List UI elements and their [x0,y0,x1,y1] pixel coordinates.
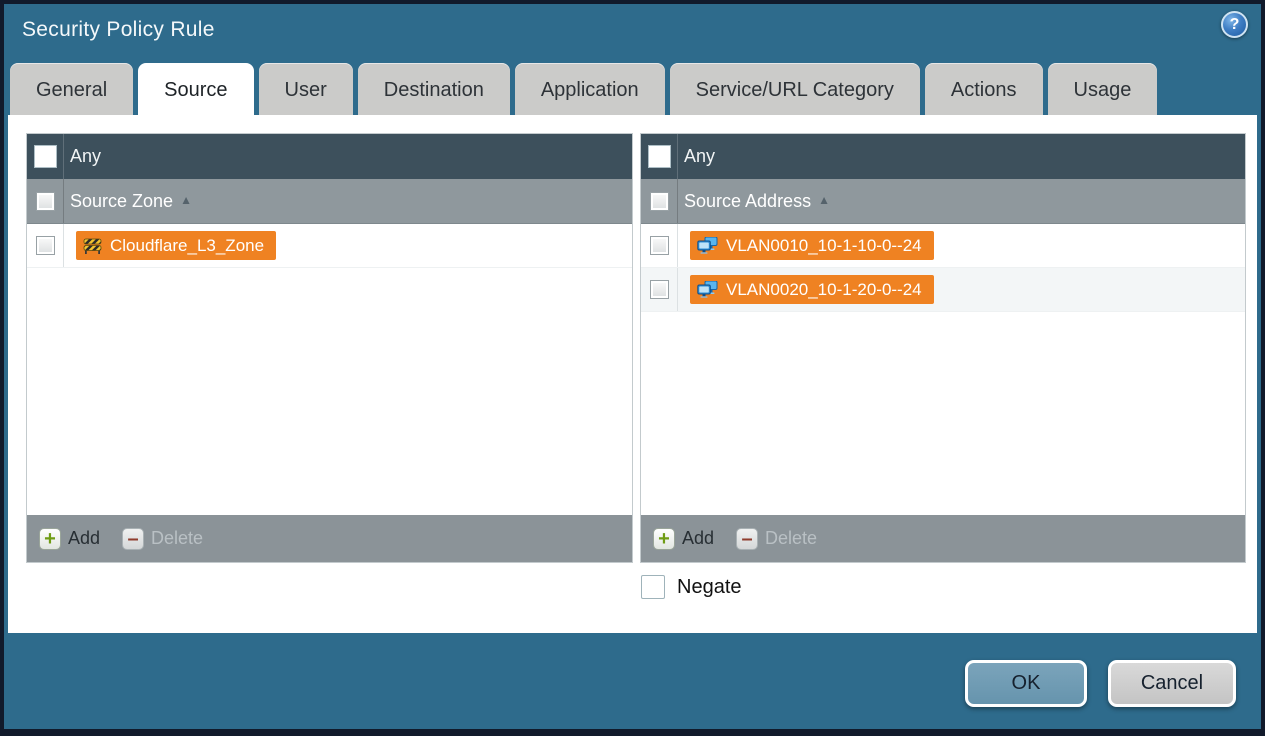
row-checkbox-cell [641,224,678,267]
delete-button-label: Delete [765,528,818,548]
help-icon[interactable]: ? [1221,11,1248,38]
source-address-panel: Any Source Address ▲ VLAN0010_10-1-10-0-… [640,133,1246,563]
zone-icon [83,238,102,254]
add-button-label: Add [68,528,101,548]
tab-service-url-category[interactable]: Service/URL Category [669,63,920,115]
source-address-column-header[interactable]: Source Address ▲ [641,179,1245,224]
negate-checkbox[interactable] [641,575,665,599]
source-zone-any-checkbox-cell [27,134,64,179]
tab-destination[interactable]: Destination [357,63,510,115]
row-checkbox[interactable] [35,236,55,255]
source-address-any-checkbox[interactable] [647,145,671,168]
source-zone-any-header: Any [27,134,632,179]
table-row[interactable]: Cloudflare_L3_Zone [27,224,632,268]
source-address-any-label: Any [684,146,716,166]
source-zone-any-label: Any [70,146,102,166]
add-button[interactable]: + Add [39,527,101,550]
plus-icon: + [653,527,675,550]
address-icon [697,281,718,298]
zone-chip[interactable]: Cloudflare_L3_Zone [76,231,277,260]
row-checkbox[interactable] [649,236,669,255]
plus-icon: + [39,527,61,550]
source-address-toolbar: + Add – Delete [641,515,1245,562]
add-button-label: Add [682,528,715,548]
source-zone-column-label: Source Zone [70,190,174,211]
source-address-any-header: Any [641,134,1245,179]
delete-button: – Delete [736,527,818,550]
tab-user[interactable]: User [258,63,353,115]
tab-content-source: Any Source Zone ▲ Cloudflare_L3_Zone + A… [8,115,1257,633]
source-zone-rows: Cloudflare_L3_Zone [27,224,632,515]
security-policy-rule-dialog: Security Policy Rule ? General Source Us… [0,0,1265,736]
source-zone-panel: Any Source Zone ▲ Cloudflare_L3_Zone + A… [26,133,633,563]
ok-button[interactable]: OK [965,660,1087,707]
dialog-titlebar: Security Policy Rule ? [4,4,1261,62]
source-address-column-label: Source Address [684,190,812,211]
cancel-button[interactable]: Cancel [1108,660,1236,707]
delete-button: – Delete [122,527,204,550]
address-chip-label: VLAN0020_10-1-20-0--24 [726,279,922,299]
minus-icon: – [122,527,145,550]
negate-label: Negate [677,575,742,598]
source-zone-column-header[interactable]: Source Zone ▲ [27,179,632,224]
tab-application[interactable]: Application [514,63,665,115]
row-checkbox-cell [641,268,678,311]
source-zone-selectall-checkbox[interactable] [35,191,55,211]
address-chip[interactable]: VLAN0020_10-1-20-0--24 [690,275,934,304]
address-icon [697,237,718,254]
tab-source[interactable]: Source [138,63,254,115]
source-address-selectall-checkbox[interactable] [649,191,669,211]
row-checkbox[interactable] [649,280,669,299]
source-zone-any-checkbox[interactable] [33,145,57,168]
tab-actions[interactable]: Actions [924,63,1043,115]
add-button[interactable]: + Add [653,527,715,550]
zone-chip-label: Cloudflare_L3_Zone [110,235,265,255]
source-zone-toolbar: + Add – Delete [27,515,632,562]
tab-bar: General Source User Destination Applicat… [4,62,1261,115]
dialog-title: Security Policy Rule [22,18,215,41]
table-row[interactable]: VLAN0010_10-1-10-0--24 [641,224,1245,268]
row-checkbox-cell [27,224,64,267]
source-address-any-checkbox-cell [641,134,678,179]
minus-icon: – [736,527,759,550]
sort-asc-icon: ▲ [818,193,830,207]
delete-button-label: Delete [151,528,204,548]
dialog-footer: OK Cancel [4,633,1261,729]
source-address-rows: VLAN0010_10-1-10-0--24 VLAN0020_10-1-20-… [641,224,1245,515]
tab-usage[interactable]: Usage [1047,63,1158,115]
sort-asc-icon: ▲ [180,193,192,207]
address-chip[interactable]: VLAN0010_10-1-10-0--24 [690,231,934,260]
source-address-selectall-checkbox-cell [641,179,678,223]
tab-general[interactable]: General [10,63,134,115]
address-chip-label: VLAN0010_10-1-10-0--24 [726,235,922,255]
source-zone-selectall-checkbox-cell [27,179,64,223]
negate-field: Negate [641,575,742,599]
table-row[interactable]: VLAN0020_10-1-20-0--24 [641,268,1245,312]
